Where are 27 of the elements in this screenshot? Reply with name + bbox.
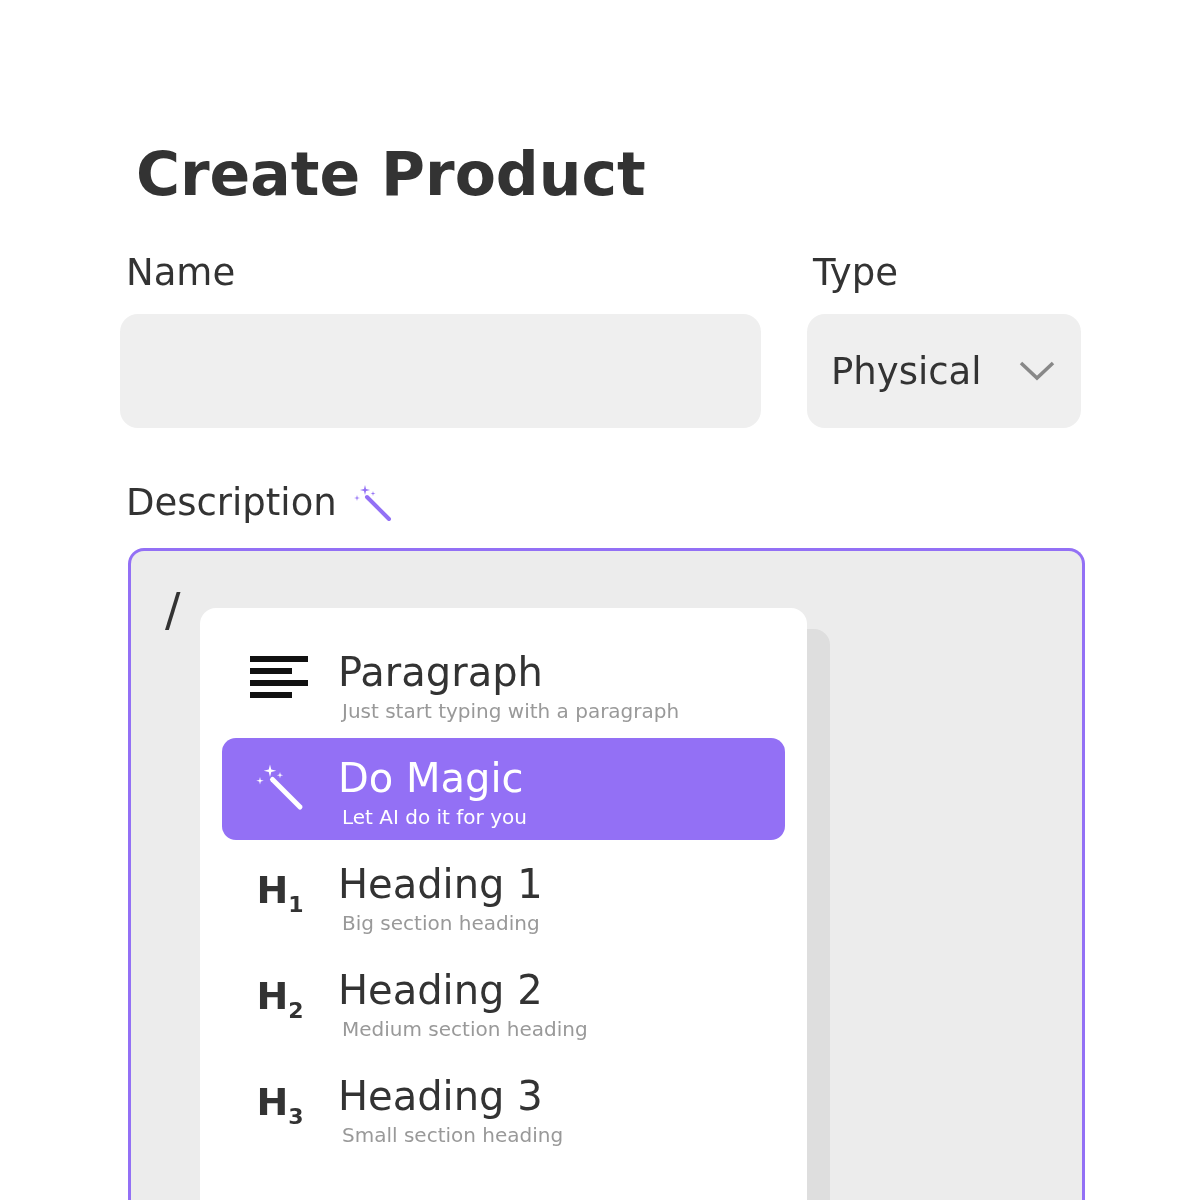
name-label: Name [126,250,237,296]
menu-item-title: Heading 3 [338,1072,544,1120]
type-label: Type [813,250,899,296]
chevron-down-icon [1019,361,1055,381]
menu-item-title: Do Magic [338,754,525,802]
menu-item-subtitle: Let AI do it for you [342,804,527,831]
description-editor[interactable]: / Paragraph Just start typing with a paragraph Do Magic Let AI do it for you H$_{1}$ Heading 1 Big section heading H$_{2}$ Heading 2 Medium section heading H$_{3}$ Heading 3 Small section heading [128,548,1085,1200]
editor-text: / [165,583,181,637]
type-select[interactable]: Physical [807,314,1081,428]
menu-item-subtitle: Big section heading [342,910,541,937]
menu-item[interactable]: H$_{3}$ Heading 3 Small section heading [222,1056,785,1158]
menu-item[interactable]: H$_{1}$ Heading 1 Big section heading [222,844,785,946]
heading-icon: H$_{1}$ [256,868,304,917]
menu-item-subtitle: Small section heading [342,1122,564,1149]
menu-item[interactable]: H$_{2}$ Heading 2 Medium section heading [222,950,785,1052]
menu-item-subtitle: Just start typing with a paragraph [342,698,680,725]
menu-item-title: Heading 2 [338,966,544,1014]
menu-item[interactable]: Do Magic Let AI do it for you [222,738,785,840]
heading-icon: H$_{2}$ [256,974,304,1023]
paragraph-icon [250,656,310,700]
menu-item[interactable]: Paragraph Just start typing with a paragraph [222,632,785,734]
menu-item-subtitle: Medium section heading [342,1016,588,1043]
heading-icon: H$_{3}$ [256,1080,304,1129]
description-label: Description [126,480,337,526]
menu-item-title: Heading 1 [338,860,543,908]
menu-item-title: Paragraph [338,648,544,696]
page-title: Create Product [136,138,647,210]
